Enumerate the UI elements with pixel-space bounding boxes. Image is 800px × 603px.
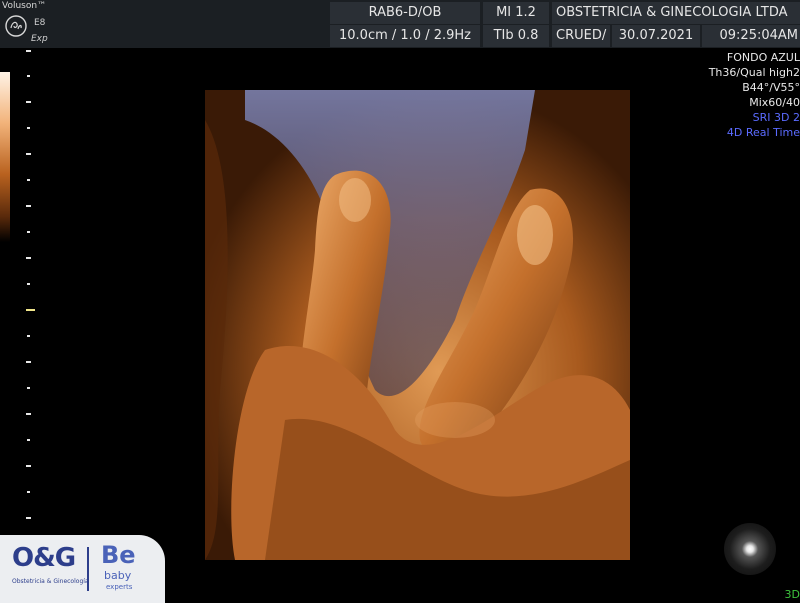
info-render-mode: SRI 3D 2 (752, 111, 800, 124)
acquisition-info: FONDO AZUL Th36/Qual high2 B44°/V55° Mix… (709, 50, 800, 140)
scale-tick (26, 517, 31, 519)
logo-divider (87, 547, 89, 591)
exam-date: 30.07.2021 (612, 25, 700, 47)
scale-tick (27, 231, 30, 233)
fetal-render-image (205, 90, 630, 560)
scale-tick (26, 257, 31, 259)
ultrasound-screen: Voluson™ E8 Exp RAB6-D/OB MI 1.2 OBSTETR… (0, 0, 800, 603)
brand-name: Voluson™ (2, 1, 47, 11)
color-map-bar (0, 72, 10, 242)
mode-3d-label: 3D (784, 588, 800, 601)
info-background: FONDO AZUL (726, 51, 800, 64)
scale-tick (26, 361, 31, 363)
tib-value: TIb 0.8 (483, 25, 549, 47)
ge-logo-icon (5, 15, 27, 37)
scale-tick (27, 127, 30, 129)
og-logo: O&G (12, 543, 76, 573)
bebaby-logo-experts: experts (106, 583, 133, 591)
header-bar: Voluson™ E8 Exp RAB6-D/OB MI 1.2 OBSTETR… (0, 0, 800, 48)
bebaby-logo: Be (101, 541, 136, 569)
brand-block: Voluson™ E8 Exp (0, 0, 50, 48)
scale-tick (27, 387, 30, 389)
model-label: E8 (34, 18, 46, 28)
scale-tick (27, 283, 30, 285)
institution-name: OBSTETRICIA & GINECOLOGIA LTDA (552, 2, 800, 24)
light-source-icon[interactable] (724, 523, 776, 575)
scale-tick (27, 179, 30, 181)
depth-frequency: 10.0cm / 1.0 / 2.9Hz (330, 25, 480, 47)
info-angles: B44°/V55° (742, 81, 800, 94)
scale-tick (26, 465, 31, 467)
scale-tick (27, 439, 30, 441)
scale-tick (27, 335, 30, 337)
scale-tick (26, 413, 31, 415)
og-logo-subtitle: Obstetricia & Ginecología (12, 578, 89, 585)
ultrasound-3d-render (205, 90, 630, 560)
info-mix: Mix60/40 (749, 96, 800, 109)
exam-time: 09:25:04AM (702, 25, 800, 47)
operator-name: CRUED/ (552, 25, 610, 47)
mode-label: Exp (31, 34, 48, 44)
scale-tick (27, 491, 30, 493)
bebaby-logo-word: baby (104, 569, 132, 582)
mi-value: MI 1.2 (483, 2, 549, 24)
scale-tick (26, 205, 31, 207)
probe-label: RAB6-D/OB (330, 2, 480, 24)
scale-tick (26, 153, 31, 155)
scale-tick (27, 75, 30, 77)
scale-tick (26, 50, 31, 52)
info-realtime: 4D Real Time (726, 126, 800, 139)
info-quality: Th36/Qual high2 (708, 66, 800, 79)
clinic-logo-panel: O&G Obstetricia & Ginecología Be baby ex… (0, 535, 165, 603)
scale-tick (26, 101, 31, 103)
focus-marker (26, 309, 35, 311)
